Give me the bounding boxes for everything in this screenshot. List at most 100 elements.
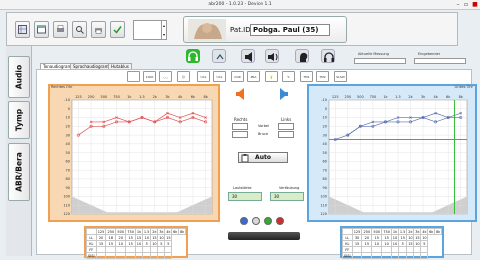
search-button[interactable] — [72, 21, 87, 38]
left-table-cell[interactable] — [413, 252, 422, 259]
grid-button[interactable] — [15, 21, 30, 38]
left-table-cell[interactable] — [361, 252, 373, 259]
right-table-cell[interactable] — [105, 252, 117, 259]
right-table-cell[interactable] — [115, 252, 127, 259]
right-ear-table: 125 250 500 750 1k 1.5 2k 3k 4k 6k 8k LL 20 18 20 15 15 1… — [84, 226, 188, 259]
printer-icon — [57, 25, 64, 32]
left-table-cell[interactable] — [351, 252, 363, 259]
headphone-button[interactable] — [186, 49, 200, 63]
left-table-cell[interactable]: SISI — [342, 252, 353, 259]
patient-box: Pat.ID: Pobga. Paul (35) — [183, 16, 347, 43]
left-chart-y-tick: 0 — [325, 107, 327, 111]
left-speaker-icon — [280, 88, 288, 100]
tool-1000-button[interactable]: 1000 — [143, 71, 156, 82]
calendar-icon — [37, 25, 46, 34]
left-chart-y-tick: 80 — [323, 177, 327, 181]
tool-tm1-button[interactable]: TM1 — [300, 71, 313, 82]
input-label: Eingebender — [418, 52, 441, 56]
right-table-cell[interactable]: SISI — [86, 252, 97, 259]
right-chart-y-tick: 50 — [66, 151, 70, 155]
window-title: abr200 - 1.0.23 - Device 1.1 — [208, 2, 272, 7]
check-button[interactable] — [110, 21, 125, 38]
right-table-cell[interactable] — [135, 252, 143, 259]
side-tab-strip: Audio Tymp ABR/Bera — [6, 46, 32, 256]
free-field-button[interactable] — [265, 49, 279, 63]
right-table-cell[interactable] — [157, 252, 166, 259]
tool-ssw-button[interactable]: SLSW — [334, 71, 347, 82]
right-chart-y-tick: -10 — [64, 98, 70, 102]
lautstaerke-field[interactable]: 30 — [228, 192, 262, 201]
current-measurement-label: Aktuelle Messung — [358, 52, 389, 56]
tool-blank-button[interactable] — [127, 71, 140, 82]
printer-button[interactable] — [53, 21, 68, 38]
tool-bulb-button[interactable]: 💡 — [265, 71, 278, 82]
links-vorbei-field[interactable] — [278, 123, 294, 130]
green-action-button[interactable] — [264, 217, 272, 225]
right-chart-x-tick: 1.5 — [139, 95, 145, 99]
voice-button[interactable] — [295, 49, 309, 63]
vertaeubung-field[interactable]: 30 — [270, 192, 304, 201]
bone-conduction-button[interactable] — [212, 49, 226, 63]
left-table-cell[interactable] — [371, 252, 383, 259]
left-table-cell[interactable]: 6k — [427, 228, 436, 235]
tool-ucl-button[interactable]: UCL — [197, 71, 210, 82]
right-ear-audiogram[interactable]: -10 0 10 20 30 40 50 60 70 80 90 100 110 120 125 250 500… — [58, 92, 216, 218]
blue-action-button[interactable] — [240, 217, 248, 225]
tool-pen-button[interactable]: ✎ — [282, 71, 295, 82]
rechts-vorbei-field[interactable] — [232, 123, 248, 130]
right-chart-x-tick: 500 — [100, 95, 107, 99]
rechts-bruce-field[interactable] — [232, 131, 248, 138]
right-table-cell[interactable] — [164, 252, 173, 259]
right-table-cell[interactable] — [95, 252, 107, 259]
left-ear-audiogram[interactable]: -10 0 10 20 30 40 50 60 70 80 90 100 110 120 125 250 500… — [315, 92, 471, 218]
print-button[interactable] — [91, 21, 106, 38]
print-icon — [95, 28, 102, 34]
bone-conduction-icon — [216, 54, 224, 60]
calendar-button[interactable] — [34, 21, 49, 38]
insert-phone-button[interactable] — [321, 49, 335, 63]
tool-ear-button[interactable]: ◡◡ — [159, 71, 172, 82]
right-table-cell[interactable] — [150, 252, 159, 259]
right-table-cell[interactable] — [125, 252, 136, 259]
left-table-cell[interactable] — [397, 252, 408, 259]
tool-tm2-button[interactable]: TM2 — [316, 71, 329, 82]
left-table-cell[interactable] — [381, 252, 392, 259]
vertaeubung-label: Vertäubung — [279, 186, 300, 190]
tab-tymp[interactable]: Tymp — [8, 101, 30, 139]
right-table-cell[interactable] — [141, 252, 152, 259]
right-table-cell[interactable]: 8k — [178, 228, 186, 235]
speaker-button[interactable] — [241, 49, 255, 63]
free-field-icon — [268, 53, 278, 61]
grid-icon — [18, 25, 27, 34]
counter-spinner[interactable]: ▴ ▾ — [133, 20, 167, 40]
red-action-button[interactable] — [276, 217, 284, 225]
input-field[interactable] — [414, 58, 466, 64]
patient-name-field[interactable]: Pobga. Paul (35) — [250, 24, 330, 36]
right-table-cell[interactable]: 6k — [171, 228, 180, 235]
tool-cor-button[interactable]: COR — [231, 71, 244, 82]
links-bruce-field[interactable] — [278, 131, 294, 138]
tool-ucl2-button[interactable]: UCL — [213, 71, 226, 82]
tab-abr-bera[interactable]: ABR/Bera — [8, 143, 30, 201]
close-icon[interactable]: ■ — [471, 1, 479, 8]
left-table-cell[interactable] — [406, 252, 415, 259]
left-chart-x-tick: 6k — [446, 95, 451, 99]
minimize-icon[interactable]: – — [454, 1, 462, 8]
left-chart-y-tick: -10 — [321, 98, 327, 102]
left-chart-x-tick: 1k — [383, 95, 388, 99]
gray-action-button[interactable] — [252, 217, 260, 225]
left-table-cell[interactable] — [391, 252, 399, 259]
right-chart-x-tick: 1k — [127, 95, 132, 99]
current-measurement-field[interactable] — [354, 58, 406, 64]
tab-audio[interactable]: Audio — [8, 56, 30, 98]
left-chart-x-tick: 1.5 — [395, 95, 401, 99]
left-table-cell[interactable]: 8k — [434, 228, 442, 235]
right-chart-y-tick: 10 — [66, 116, 70, 120]
tool-head-button[interactable]: ☺ — [177, 71, 190, 82]
tool-pra-button[interactable]: PRA — [247, 71, 260, 82]
maximize-icon[interactable]: ▫ — [462, 1, 470, 8]
left-table-cell[interactable] — [420, 252, 429, 259]
left-chart-y-tick: 100 — [320, 195, 327, 199]
headphone-icon — [188, 51, 198, 61]
left-chart-y-tick: 40 — [323, 142, 327, 146]
